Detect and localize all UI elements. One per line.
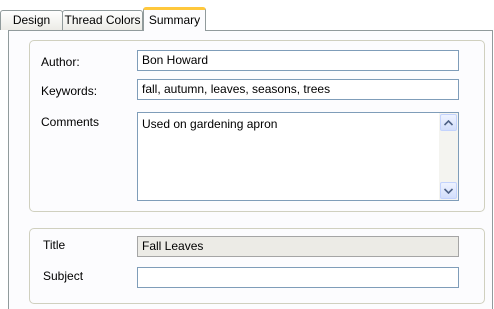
chevron-down-icon — [444, 187, 453, 194]
tab-strip: Design Thread Colors Summary — [0, 0, 494, 31]
info-group: Title Fall Leaves Subject — [29, 228, 485, 304]
keywords-label: Keywords: — [41, 84, 98, 98]
summary-panel: Author: Bon Howard Keywords: fall, autum… — [8, 30, 493, 309]
title-label: Title — [43, 238, 66, 252]
title-field: Fall Leaves — [137, 236, 459, 257]
scroll-up-button[interactable] — [440, 114, 457, 131]
tab-thread-colors[interactable]: Thread Colors — [62, 10, 143, 30]
keywords-field[interactable]: fall, autumn, leaves, seasons, trees — [137, 79, 459, 100]
subject-field[interactable] — [137, 267, 459, 288]
comments-text: Used on gardening apron — [142, 117, 278, 131]
subject-label: Subject — [43, 269, 84, 283]
author-field[interactable]: Bon Howard — [137, 50, 459, 71]
comments-label: Comments — [41, 115, 100, 129]
summary-group: Author: Bon Howard Keywords: fall, autum… — [29, 40, 485, 212]
comments-textarea[interactable]: Used on gardening apron — [137, 112, 459, 201]
author-label: Author: — [41, 55, 80, 69]
comments-scrollbar[interactable] — [439, 113, 458, 200]
scroll-down-button[interactable] — [440, 182, 457, 199]
tab-design[interactable]: Design — [0, 10, 63, 30]
tab-summary[interactable]: Summary — [143, 7, 206, 31]
chevron-up-icon — [444, 119, 453, 126]
